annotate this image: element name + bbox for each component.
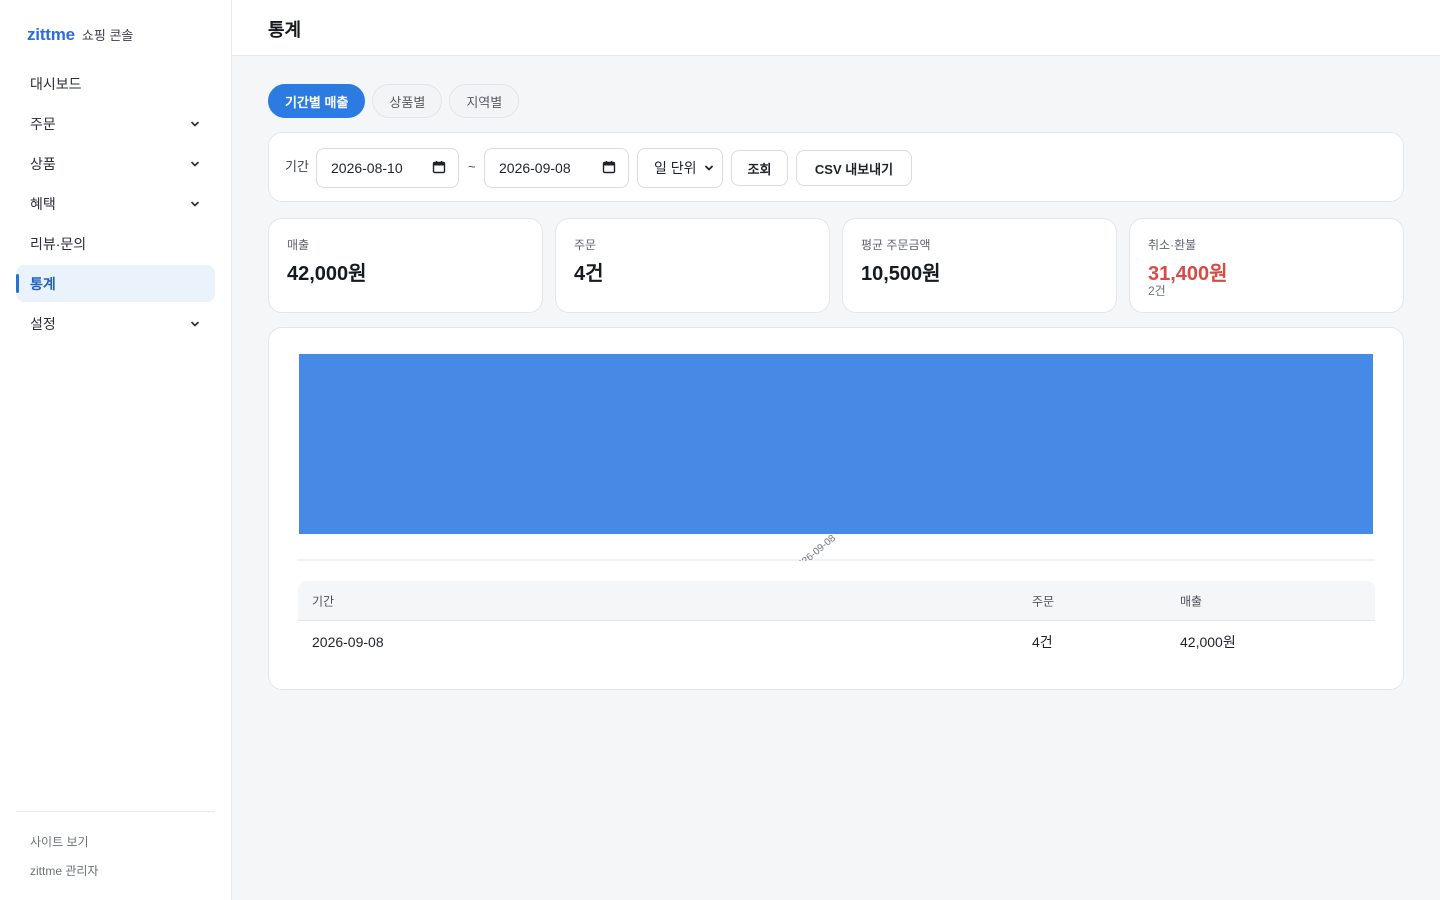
end-date-input[interactable]: 2026-09-08 <box>484 148 629 188</box>
sidebar-item-label: 상품 <box>30 155 56 172</box>
sidebar-item-label: 주문 <box>30 115 56 132</box>
kpi-card-orders: 주문 4건 <box>555 218 830 313</box>
kpi-value: 10,500원 <box>861 263 941 285</box>
filter-bar: 기간 2026-08-10 ~ 2026-09-08 일 단위 조회 CSV 내… <box>268 132 1404 202</box>
sales-bar-chart: 2026-09-08 <box>269 354 1403 578</box>
sidebar-item-label: 통계 <box>30 275 56 292</box>
kpi-value: 4건 <box>574 263 604 285</box>
end-date-value: 2026-09-08 <box>499 160 571 176</box>
kpi-subvalue: 2건 <box>1148 284 1166 298</box>
period-label: 기간 <box>285 159 309 174</box>
kpi-label: 주문 <box>574 238 597 252</box>
sales-chart-card: 2026-09-08 기간 주문 매출 2026-09-08 4건 42,000… <box>268 327 1404 690</box>
kpi-value: 42,000원 <box>287 263 367 285</box>
column-header-period: 기간 <box>312 594 335 608</box>
top-bar: 통계 <box>232 0 1440 56</box>
sidebar-item-benefits[interactable]: 혜택 <box>16 185 215 222</box>
column-header-orders: 주문 <box>1032 594 1055 608</box>
report-tabs: 기간별 매출 상품별 지역별 <box>268 84 520 118</box>
sales-table: 기간 주문 매출 2026-09-08 4건 42,000원 <box>298 581 1375 663</box>
chevron-down-icon <box>191 320 199 328</box>
tab-by-region[interactable]: 지역별 <box>449 84 520 118</box>
chart-bar[interactable] <box>299 354 1373 534</box>
chevron-down-icon <box>191 160 199 168</box>
admin-account[interactable]: zittme 관리자 <box>16 861 215 881</box>
sidebar-footer: 사이트 보기 zittme 관리자 <box>16 811 215 890</box>
brand-logo[interactable]: zittme <box>27 25 75 45</box>
kpi-card-refunds: 취소·환불 31,400원 2건 <box>1129 218 1404 313</box>
chevron-down-icon <box>191 120 199 128</box>
sidebar-item-dashboard[interactable]: 대시보드 <box>16 65 215 102</box>
sidebar-item-label: 리뷰·문의 <box>30 235 87 252</box>
sidebar: zittme 쇼핑 콘솔 대시보드 주문 상품 혜택 리뷰·문의 통계 설정 사 <box>0 0 232 900</box>
sidebar-item-label: 대시보드 <box>30 75 82 92</box>
chevron-down-icon <box>704 160 714 176</box>
cell-orders: 4건 <box>1032 634 1053 650</box>
kpi-label: 매출 <box>287 238 310 252</box>
unit-select-value: 일 단위 <box>654 160 697 176</box>
kpi-card-sales: 매출 42,000원 <box>268 218 543 313</box>
date-range-separator: ~ <box>468 159 476 174</box>
start-date-value: 2026-08-10 <box>331 160 403 176</box>
cell-period: 2026-09-08 <box>312 634 384 650</box>
sidebar-item-products[interactable]: 상품 <box>16 145 215 182</box>
page-title: 통계 <box>268 20 302 40</box>
chart-clip-mask <box>269 561 1403 578</box>
site-link[interactable]: 사이트 보기 <box>16 832 215 852</box>
table-header: 기간 주문 매출 <box>298 581 1375 621</box>
kpi-card-average-order: 평균 주문금액 10,500원 <box>842 218 1117 313</box>
sidebar-item-label: 혜택 <box>30 195 56 212</box>
cell-sales: 42,000원 <box>1180 634 1236 650</box>
tab-by-product[interactable]: 상품별 <box>372 84 443 118</box>
csv-export-button[interactable]: CSV 내보내기 <box>796 150 912 186</box>
table-row: 2026-09-08 4건 42,000원 <box>298 621 1375 663</box>
calendar-icon[interactable] <box>602 160 616 177</box>
brand-subtitle: 쇼핑 콘솔 <box>81 28 134 43</box>
calendar-icon[interactable] <box>432 160 446 177</box>
start-date-input[interactable]: 2026-08-10 <box>316 148 459 188</box>
chevron-down-icon <box>191 200 199 208</box>
kpi-label: 취소·환불 <box>1148 238 1197 252</box>
sidebar-item-orders[interactable]: 주문 <box>16 105 215 142</box>
tab-period-sales[interactable]: 기간별 매출 <box>268 84 366 118</box>
unit-select[interactable]: 일 단위 <box>637 148 723 188</box>
column-header-sales: 매출 <box>1180 594 1203 608</box>
kpi-label: 평균 주문금액 <box>861 238 931 252</box>
sidebar-item-statistics[interactable]: 통계 <box>16 265 215 302</box>
sidebar-nav: 대시보드 주문 상품 혜택 리뷰·문의 통계 설정 <box>16 65 215 345</box>
sidebar-item-label: 설정 <box>30 315 56 332</box>
sidebar-item-reviews[interactable]: 리뷰·문의 <box>16 225 215 262</box>
sidebar-item-settings[interactable]: 설정 <box>16 305 215 342</box>
brand[interactable]: zittme 쇼핑 콘솔 <box>27 25 133 45</box>
search-button[interactable]: 조회 <box>731 150 788 186</box>
